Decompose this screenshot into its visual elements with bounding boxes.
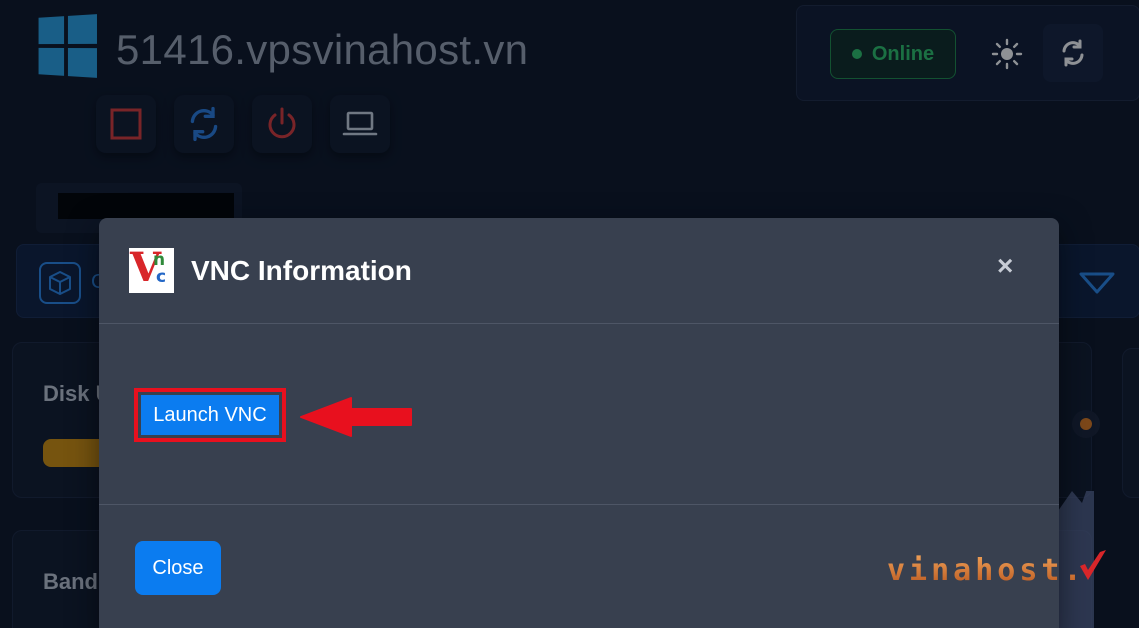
vnc-logo-icon: Vnc <box>129 248 174 293</box>
modal-title: VNC Information <box>191 255 412 286</box>
modal-divider <box>99 504 1059 505</box>
vnc-modal: Vnc VNC Information × Launch VNC Close v… <box>99 218 1106 628</box>
launch-highlight-box: Launch VNC <box>134 388 286 442</box>
vinahost-watermark: vinahost. <box>887 548 1108 588</box>
arrow-left-icon <box>300 397 412 437</box>
close-icon[interactable]: × <box>997 250 1013 282</box>
launch-vnc-button[interactable]: Launch VNC <box>141 395 279 435</box>
watermark-text: vinahost. <box>887 553 1086 588</box>
close-button[interactable]: Close <box>135 541 221 595</box>
checkmark-icon <box>1079 550 1106 580</box>
modal-header: Vnc VNC Information × <box>99 218 1059 324</box>
